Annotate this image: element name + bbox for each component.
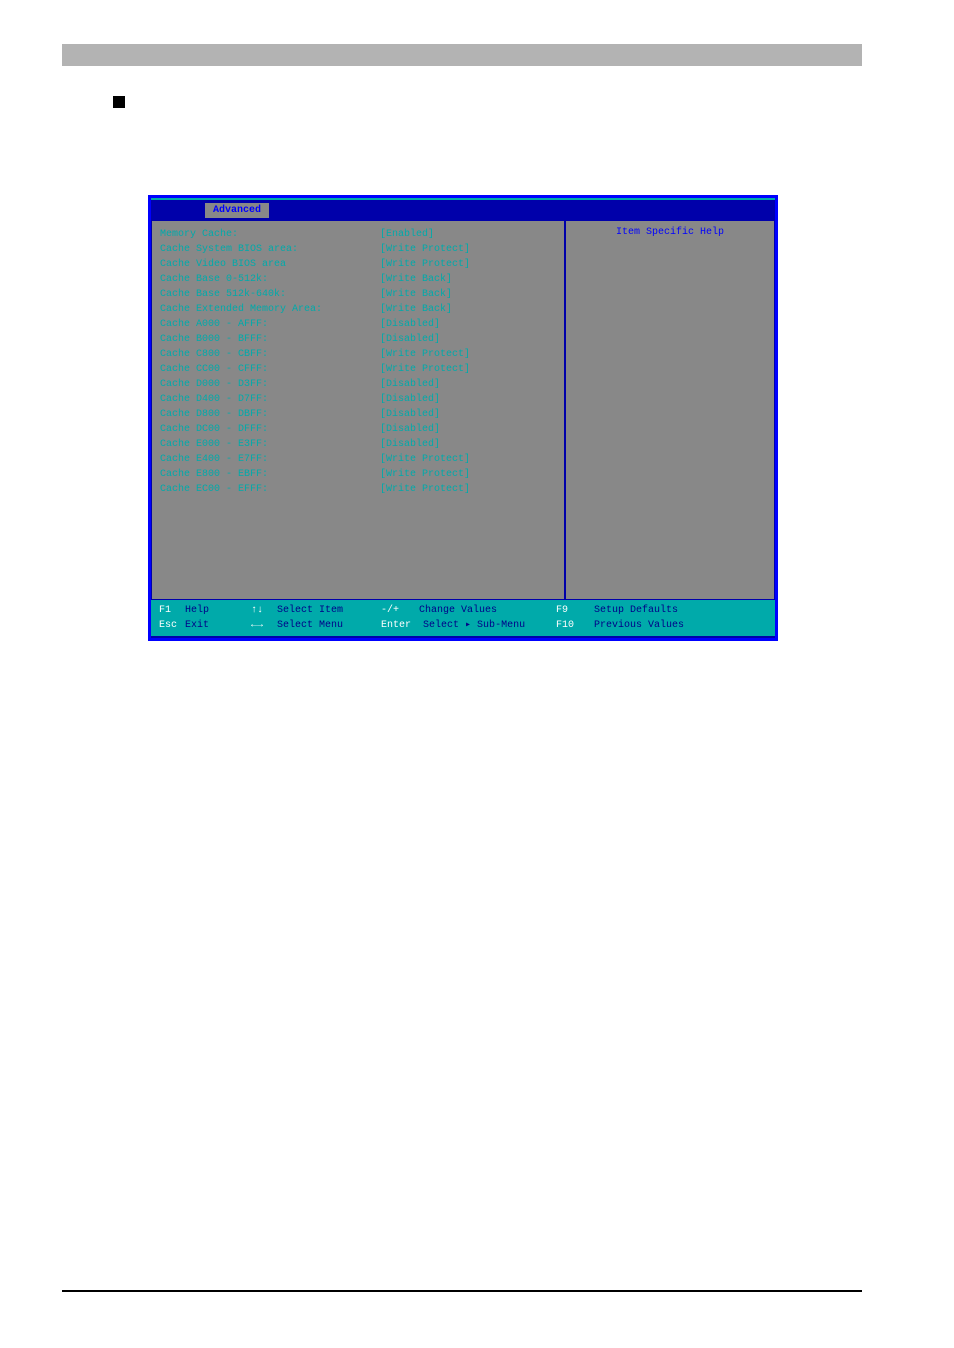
setting-value[interactable]: [Enabled] (380, 227, 434, 242)
page-footer-rule (62, 1290, 862, 1292)
setting-row[interactable]: Cache DC00 - DFFF:[Disabled] (160, 422, 556, 437)
hint-exit: Exit (185, 618, 209, 633)
setting-row[interactable]: Cache E000 - E3FF:[Disabled] (160, 437, 556, 452)
setting-value[interactable]: [Write Protect] (380, 482, 470, 497)
key-plusminus: -/+ (381, 603, 407, 618)
hint-select-submenu: Select ▸ Sub-Menu (423, 618, 525, 633)
setting-row[interactable]: Cache Base 0-512k:[Write Back] (160, 272, 556, 287)
tab-advanced[interactable]: Advanced (205, 203, 269, 218)
key-updown: ↑↓ (251, 603, 277, 618)
footer-row-1: F1Help ↑↓Select Item -/+ Change Values F… (159, 603, 767, 618)
setting-row[interactable]: Cache Video BIOS area[Write Protect] (160, 257, 556, 272)
setting-value[interactable]: [Write Protect] (380, 347, 470, 362)
setting-value[interactable]: [Disabled] (380, 407, 440, 422)
setting-value[interactable]: [Write Protect] (380, 362, 470, 377)
setting-row[interactable]: Cache E800 - EBFF:[Write Protect] (160, 467, 556, 482)
bios-setup-window: Advanced Memory Cache:[Enabled] Cache Sy… (148, 195, 778, 641)
key-leftright: ←→ (251, 618, 277, 633)
hint-setup-defaults: Setup Defaults (594, 603, 678, 618)
setting-value[interactable]: [Write Back] (380, 272, 452, 287)
setting-label: Memory Cache: (160, 227, 380, 242)
setting-row[interactable]: Cache System BIOS area:[Write Protect] (160, 242, 556, 257)
setting-value[interactable]: [Disabled] (380, 392, 440, 407)
setting-row[interactable]: Cache D000 - D3FF:[Disabled] (160, 377, 556, 392)
setting-row[interactable]: Cache Extended Memory Area:[Write Back] (160, 302, 556, 317)
key-enter: Enter (381, 618, 411, 633)
setting-row[interactable]: Cache EC00 - EFFF:[Write Protect] (160, 482, 556, 497)
hint-help: Help (185, 603, 209, 618)
setting-label: Cache Video BIOS area (160, 257, 380, 272)
setting-label: Cache E000 - E3FF: (160, 437, 380, 452)
setting-value[interactable]: [Write Protect] (380, 452, 470, 467)
setting-row[interactable]: Cache Base 512k-640k:[Write Back] (160, 287, 556, 302)
setting-value[interactable]: [Disabled] (380, 422, 440, 437)
help-panel-title: Item Specific Help (574, 227, 766, 238)
key-esc: Esc (159, 618, 185, 633)
section-bullet-icon (113, 96, 125, 108)
setting-row[interactable]: Cache E400 - E7FF:[Write Protect] (160, 452, 556, 467)
bios-content: Memory Cache:[Enabled] Cache System BIOS… (151, 220, 775, 600)
hint-select-item: Select Item (277, 603, 343, 618)
hint-select-menu: Select Menu (277, 618, 343, 633)
hint-previous-values: Previous Values (594, 618, 684, 633)
help-panel: Item Specific Help (565, 220, 775, 600)
setting-row[interactable]: Cache A000 - AFFF:[Disabled] (160, 317, 556, 332)
setting-value[interactable]: [Disabled] (380, 332, 440, 347)
setting-label: Cache E800 - EBFF: (160, 467, 380, 482)
setting-label: Cache D800 - DBFF: (160, 407, 380, 422)
setting-row[interactable]: Cache C800 - CBFF:[Write Protect] (160, 347, 556, 362)
footer-row-2: EscExit ←→Select Menu Enter Select ▸ Sub… (159, 618, 767, 633)
setting-label: Cache B000 - BFFF: (160, 332, 380, 347)
bios-footer: F1Help ↑↓Select Item -/+ Change Values F… (151, 600, 775, 636)
setting-value[interactable]: [Write Back] (380, 302, 452, 317)
setting-label: Cache D000 - D3FF: (160, 377, 380, 392)
hint-change-values: Change Values (419, 603, 497, 618)
key-f9: F9 (556, 603, 582, 618)
setting-label: Cache C800 - CBFF: (160, 347, 380, 362)
setting-row[interactable]: Cache D800 - DBFF:[Disabled] (160, 407, 556, 422)
setting-row[interactable]: Cache CC00 - CFFF:[Write Protect] (160, 362, 556, 377)
setting-row[interactable]: Cache B000 - BFFF:[Disabled] (160, 332, 556, 347)
key-f1: F1 (159, 603, 185, 618)
setting-label: Cache DC00 - DFFF: (160, 422, 380, 437)
page-header-bar (62, 44, 862, 66)
setting-label: Cache CC00 - CFFF: (160, 362, 380, 377)
bios-menu-bar[interactable]: Advanced (151, 198, 775, 220)
setting-value[interactable]: [Disabled] (380, 437, 440, 452)
setting-row[interactable]: Memory Cache:[Enabled] (160, 227, 556, 242)
setting-value[interactable]: [Disabled] (380, 317, 440, 332)
setting-label: Cache D400 - D7FF: (160, 392, 380, 407)
setting-label: Cache Base 512k-640k: (160, 287, 380, 302)
setting-value[interactable]: [Write Protect] (380, 467, 470, 482)
key-f10: F10 (556, 618, 582, 633)
setting-row[interactable]: Cache D400 - D7FF:[Disabled] (160, 392, 556, 407)
setting-label: Cache E400 - E7FF: (160, 452, 380, 467)
setting-label: Cache EC00 - EFFF: (160, 482, 380, 497)
setting-value[interactable]: [Write Protect] (380, 242, 470, 257)
settings-panel: Memory Cache:[Enabled] Cache System BIOS… (151, 220, 565, 600)
setting-value[interactable]: [Disabled] (380, 377, 440, 392)
setting-value[interactable]: [Write Back] (380, 287, 452, 302)
setting-label: Cache System BIOS area: (160, 242, 380, 257)
setting-label: Cache Base 0-512k: (160, 272, 380, 287)
setting-value[interactable]: [Write Protect] (380, 257, 470, 272)
setting-label: Cache A000 - AFFF: (160, 317, 380, 332)
setting-label: Cache Extended Memory Area: (160, 302, 380, 317)
